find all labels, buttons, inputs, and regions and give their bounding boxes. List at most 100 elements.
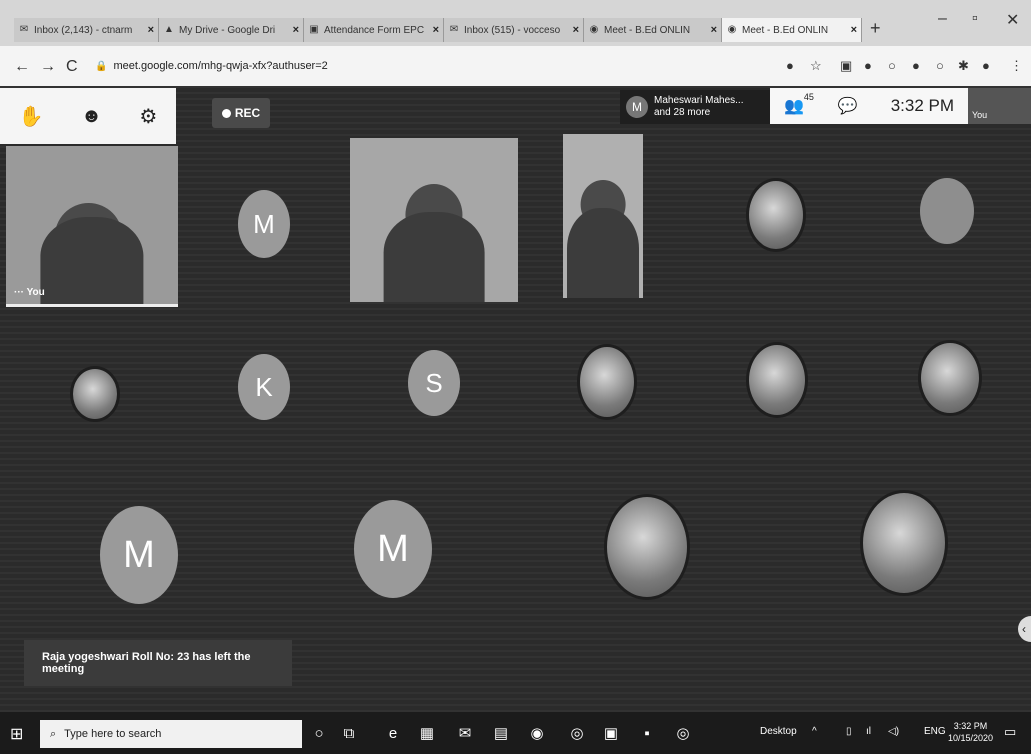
close-tab-icon[interactable]: × bbox=[433, 24, 439, 36]
self-video-tile[interactable]: ··· You bbox=[6, 146, 178, 304]
participant-photo-avatar[interactable] bbox=[746, 342, 808, 418]
participant-photo-avatar[interactable] bbox=[918, 340, 982, 416]
windows-start-icon[interactable]: ⊞ bbox=[10, 724, 23, 744]
photos-icon[interactable]: ▤ bbox=[490, 722, 512, 744]
participant-photo-avatar[interactable] bbox=[604, 494, 690, 600]
browser-tab[interactable]: ▣ Attendance Form EPC × bbox=[304, 18, 444, 42]
person-image bbox=[40, 217, 144, 304]
browser-tab-bar: ✉ Inbox (2,143) - ctnarm × ▲ My Drive - … bbox=[0, 0, 1031, 46]
network-icon[interactable]: ıl bbox=[866, 726, 871, 737]
volume-icon[interactable]: ◁) bbox=[888, 726, 899, 737]
presenter-name: Maheswari Mahes... bbox=[654, 95, 744, 106]
recording-indicator: REC bbox=[212, 98, 270, 128]
participant-video-tile[interactable] bbox=[350, 138, 518, 302]
menu-dots-icon[interactable]: ⋮ bbox=[1010, 58, 1023, 74]
people-icon[interactable]: 👥 45 bbox=[784, 92, 814, 116]
forms-icon: ▣ bbox=[309, 24, 319, 35]
extension-icon[interactable]: ▣ bbox=[840, 58, 852, 74]
close-tab-icon[interactable]: × bbox=[573, 24, 579, 36]
participant-video-tile[interactable] bbox=[563, 134, 643, 298]
maximize-icon[interactable]: ▫ bbox=[972, 10, 978, 28]
participant-avatar[interactable]: M bbox=[354, 500, 432, 598]
participant-photo-avatar[interactable] bbox=[860, 490, 948, 596]
active-speaker-bar bbox=[6, 304, 178, 307]
app-icon[interactable]: ▪ bbox=[636, 722, 658, 744]
self-preview-tile[interactable]: You bbox=[968, 88, 1031, 124]
presenter-avatar: M bbox=[626, 96, 648, 118]
url-field[interactable]: 🔒 meet.google.com/mhg-qwja-xfx?authuser=2 bbox=[95, 56, 745, 76]
chrome-icon[interactable]: ◎ bbox=[672, 722, 694, 744]
app-icon[interactable]: ▣ bbox=[600, 722, 622, 744]
participant-avatar[interactable]: K bbox=[238, 354, 290, 420]
media-icon[interactable]: ◉ bbox=[526, 722, 548, 744]
battery-icon[interactable]: ▯ bbox=[846, 726, 852, 737]
minimize-icon[interactable]: – bbox=[938, 10, 947, 28]
participant-avatar[interactable]: M bbox=[238, 190, 290, 258]
participant-avatar[interactable]: S bbox=[408, 350, 460, 416]
taskbar-search-input[interactable]: ⌕ Type here to search bbox=[40, 720, 302, 748]
edge-icon[interactable]: e bbox=[382, 722, 404, 744]
browser-tab[interactable]: ◉ Meet - B.Ed ONLIN × bbox=[584, 18, 722, 42]
mail-icon[interactable]: ✉ bbox=[454, 722, 476, 744]
meeting-top-controls: ✋ ☻ ⚙ bbox=[0, 88, 176, 144]
lock-icon: 🔒 bbox=[95, 61, 108, 72]
bookmark-star-icon[interactable]: ☆ bbox=[810, 58, 822, 74]
search-icon: ⌕ bbox=[50, 727, 57, 740]
windows-taskbar: ⊞ ⌕ Type here to search ○ ⧉ e ▦ ✉ ▤ ◉ ◎ … bbox=[0, 712, 1031, 754]
browser-tab[interactable]: ✉ Inbox (2,143) - ctnarm × bbox=[14, 18, 159, 42]
chrome-icon[interactable]: ◎ bbox=[566, 722, 588, 744]
address-bar-row: ← → C 🔒 meet.google.com/mhg-qwja-xfx?auth… bbox=[0, 46, 1031, 87]
meeting-clock: 3:32 PM bbox=[890, 96, 954, 115]
participant-photo-avatar[interactable] bbox=[70, 366, 120, 422]
reload-icon[interactable]: C bbox=[66, 58, 78, 76]
browser-tab[interactable]: ✉ Inbox (515) - vocceso × bbox=[444, 18, 584, 42]
profile-icon[interactable]: ● bbox=[982, 58, 990, 73]
chevron-up-icon[interactable]: ^ bbox=[812, 726, 817, 737]
browser-tab-active[interactable]: ◉ Meet - B.Ed ONLIN × bbox=[722, 18, 862, 42]
participant-photo-avatar[interactable] bbox=[920, 178, 974, 244]
extension-icon[interactable]: ● bbox=[912, 58, 920, 73]
extension-icon[interactable]: ● bbox=[786, 58, 794, 73]
participant-avatar[interactable]: M bbox=[100, 506, 178, 604]
person-image bbox=[567, 207, 639, 298]
new-tab-icon[interactable]: + bbox=[870, 18, 881, 39]
close-window-icon[interactable]: ✕ bbox=[1006, 10, 1019, 30]
raise-hand-icon[interactable]: ✋ bbox=[19, 104, 44, 129]
chat-icon[interactable]: 💬 bbox=[838, 96, 858, 116]
taskbar-clock[interactable]: 3:32 PM 10/15/2020 bbox=[948, 720, 993, 744]
puzzle-icon[interactable]: ✱ bbox=[958, 58, 969, 74]
meet-icon: ◉ bbox=[727, 24, 737, 35]
left-meeting-notification: Raja yogeshwari Roll No: 23 has left the… bbox=[24, 640, 292, 686]
back-icon[interactable]: ← bbox=[14, 58, 30, 76]
meet-icon: ◉ bbox=[589, 24, 599, 35]
participant-photo-avatar[interactable] bbox=[746, 178, 806, 252]
drive-icon: ▲ bbox=[164, 24, 174, 35]
notification-icon[interactable]: ▭ bbox=[1004, 724, 1016, 740]
gmail-icon: ✉ bbox=[19, 24, 29, 35]
task-view-icon[interactable]: ⧉ bbox=[338, 722, 360, 744]
participant-count: 45 bbox=[803, 92, 814, 102]
browser-tab[interactable]: ▲ My Drive - Google Dri × bbox=[159, 18, 304, 42]
close-tab-icon[interactable]: × bbox=[711, 24, 717, 36]
extension-icon[interactable]: ○ bbox=[888, 58, 896, 73]
language-indicator[interactable]: ENG bbox=[924, 726, 946, 737]
store-icon[interactable]: ▦ bbox=[416, 722, 438, 744]
record-dot-icon bbox=[221, 108, 231, 118]
meeting-info-bar: 👥 45 💬 3:32 PM bbox=[770, 88, 968, 124]
presenter-banner[interactable]: M Maheswari Mahes... and 28 more bbox=[620, 90, 770, 124]
person-image bbox=[383, 211, 485, 302]
gmail-icon: ✉ bbox=[449, 24, 459, 35]
desktop-toolbar-label[interactable]: Desktop bbox=[760, 726, 797, 737]
extension-icon[interactable]: ○ bbox=[936, 58, 944, 73]
extension-icon[interactable]: ● bbox=[864, 58, 872, 73]
self-tile-label: ··· You bbox=[14, 287, 45, 298]
self-avatar-icon[interactable]: ☻ bbox=[81, 105, 102, 128]
close-tab-icon[interactable]: × bbox=[851, 24, 857, 36]
close-tab-icon[interactable]: × bbox=[148, 24, 154, 36]
close-tab-icon[interactable]: × bbox=[293, 24, 299, 36]
settings-gear-icon[interactable]: ⚙ bbox=[139, 104, 157, 129]
presenter-more: and 28 more bbox=[654, 107, 711, 118]
cortana-icon[interactable]: ○ bbox=[308, 722, 330, 744]
participant-photo-avatar[interactable] bbox=[577, 344, 637, 420]
forward-icon[interactable]: → bbox=[40, 58, 56, 76]
